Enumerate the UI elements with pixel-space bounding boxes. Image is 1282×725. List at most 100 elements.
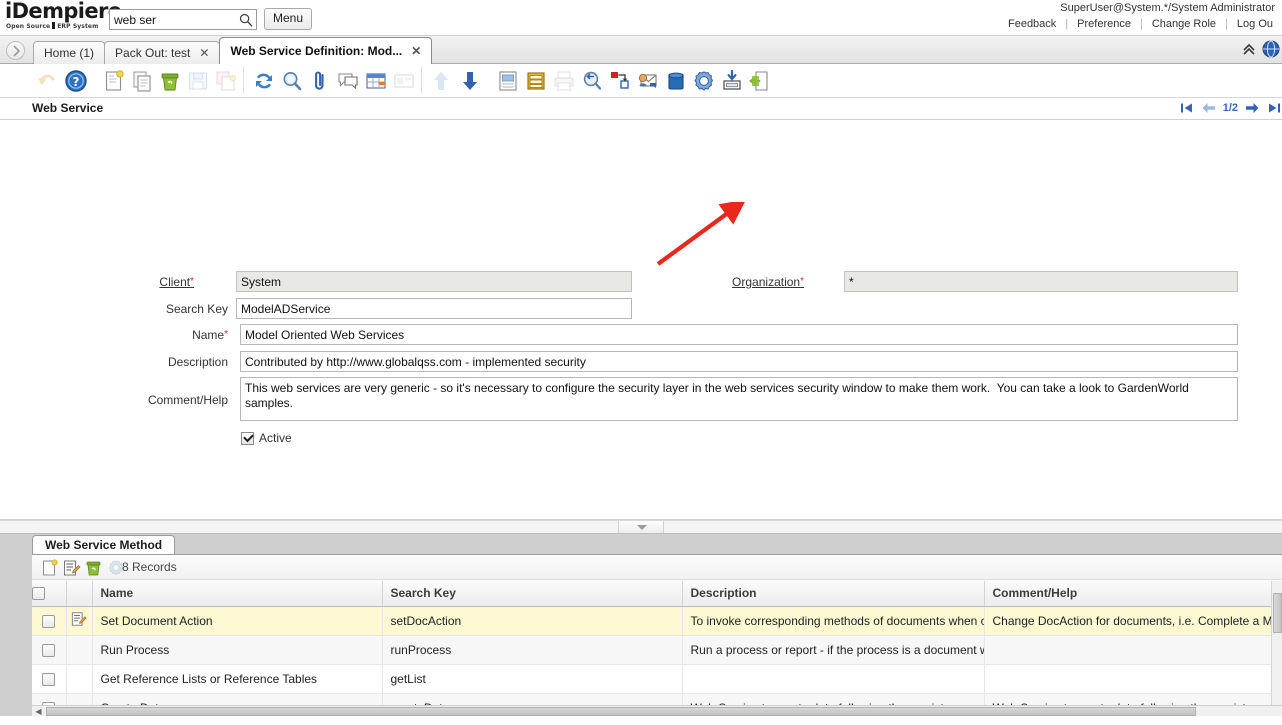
- scroll-left-arrow[interactable]: ◀: [33, 707, 44, 716]
- request-icon[interactable]: [635, 68, 661, 94]
- cell-description[interactable]: Run a process or report - if the process…: [682, 635, 984, 664]
- active-checkbox[interactable]: [241, 432, 254, 445]
- cell-comment-help[interactable]: [984, 664, 1282, 693]
- tab-home[interactable]: Home (1): [33, 41, 105, 64]
- row-select-cell[interactable]: [32, 664, 66, 693]
- tab-close-icon[interactable]: ✕: [411, 46, 421, 56]
- archive-icon[interactable]: [523, 68, 549, 94]
- logout-link[interactable]: Log Ou: [1228, 18, 1282, 30]
- grid-horizontal-scrollbar[interactable]: ◀: [32, 705, 1282, 716]
- row-edit-cell[interactable]: [66, 606, 92, 635]
- sidebar-expand-button[interactable]: [6, 41, 25, 60]
- detail-tab-web-service-method[interactable]: Web Service Method: [32, 535, 175, 554]
- grid-header-comment-help[interactable]: Comment/Help: [984, 581, 1282, 606]
- record-position-label: 1/2: [1223, 102, 1238, 114]
- change-role-link[interactable]: Change Role: [1143, 18, 1225, 30]
- field-input-client[interactable]: [236, 271, 632, 292]
- export-icon[interactable]: [719, 68, 745, 94]
- grid-header-description[interactable]: Description: [682, 581, 984, 606]
- global-search[interactable]: [109, 9, 257, 30]
- field-input-description[interactable]: [240, 351, 1238, 372]
- field-label-organization[interactable]: Organization*: [690, 272, 804, 292]
- row-checkbox[interactable]: [42, 673, 55, 686]
- parent-record-icon[interactable]: [428, 68, 454, 94]
- import-icon[interactable]: [747, 68, 773, 94]
- grid-vertical-scrollbar[interactable]: [1271, 581, 1282, 705]
- search-icon[interactable]: [239, 13, 253, 27]
- row-checkbox[interactable]: [42, 615, 55, 628]
- edit-row-icon[interactable]: [71, 611, 87, 627]
- splitter-collapse-button[interactable]: [618, 521, 664, 533]
- page-title: Web Service: [32, 101, 103, 115]
- field-label-client[interactable]: Client*: [110, 272, 194, 292]
- cell-search-key[interactable]: getList: [382, 664, 682, 693]
- panel-splitter[interactable]: [0, 520, 1282, 534]
- chat-icon[interactable]: [335, 68, 361, 94]
- tab-label: Web Service Definition: Mod...: [230, 44, 402, 58]
- process-icon[interactable]: [691, 68, 717, 94]
- feedback-link[interactable]: Feedback: [999, 18, 1065, 30]
- cell-description[interactable]: To invoke corresponding methods of docum…: [682, 606, 984, 635]
- cell-description[interactable]: [682, 664, 984, 693]
- undo-icon[interactable]: [34, 68, 60, 94]
- collapse-header-icon[interactable]: [1240, 40, 1258, 58]
- table-row[interactable]: Set Document Action setDocAction To invo…: [32, 606, 1282, 635]
- detail-record-icon[interactable]: [457, 68, 483, 94]
- new-record-icon[interactable]: [101, 68, 127, 94]
- row-checkbox[interactable]: [42, 644, 55, 657]
- attachment-icon[interactable]: [307, 68, 333, 94]
- grid-toggle-icon[interactable]: [363, 68, 389, 94]
- row-select-cell[interactable]: [32, 606, 66, 635]
- grid-table: Name Search Key Description Comment/Help: [32, 581, 1282, 716]
- table-row[interactable]: Run Process runProcess Run a process or …: [32, 635, 1282, 664]
- cell-name[interactable]: Run Process: [92, 635, 382, 664]
- grid-horizontal-scroll-thumb[interactable]: [46, 707, 1196, 716]
- cell-name[interactable]: Set Document Action: [92, 606, 382, 635]
- cell-comment-help[interactable]: Change DocAction for documents, i.e. Com…: [984, 606, 1282, 635]
- zoom-across-icon[interactable]: [579, 68, 605, 94]
- grid-header-search-key[interactable]: Search Key: [382, 581, 682, 606]
- preference-link[interactable]: Preference: [1068, 18, 1140, 30]
- grid-header-icon-col: [66, 581, 92, 606]
- field-active-checkbox-row: Active: [241, 431, 292, 445]
- grid-header-name[interactable]: Name: [92, 581, 382, 606]
- select-all-checkbox[interactable]: [32, 587, 45, 600]
- multi-grid-icon[interactable]: [391, 68, 417, 94]
- save-create-new-icon[interactable]: [213, 68, 239, 94]
- table-row[interactable]: Get Reference Lists or Reference Tables …: [32, 664, 1282, 693]
- delete-row-icon[interactable]: [85, 559, 103, 577]
- last-record-icon[interactable]: [1266, 100, 1282, 116]
- refresh-icon[interactable]: [251, 68, 277, 94]
- menu-button[interactable]: Menu: [264, 8, 312, 30]
- field-input-comment-help[interactable]: [240, 377, 1238, 421]
- save-icon[interactable]: [185, 68, 211, 94]
- find-icon[interactable]: [279, 68, 305, 94]
- first-record-icon[interactable]: [1179, 100, 1195, 116]
- edit-row-icon[interactable]: [63, 559, 81, 577]
- grid-vertical-scroll-thumb[interactable]: [1273, 593, 1282, 633]
- globe-icon[interactable]: [1262, 40, 1280, 58]
- cell-comment-help[interactable]: [984, 635, 1282, 664]
- field-input-search-key[interactable]: [236, 298, 632, 319]
- new-row-icon[interactable]: [41, 559, 59, 577]
- report-icon[interactable]: [495, 68, 521, 94]
- tab-web-service-definition[interactable]: Web Service Definition: Mod... ✕: [219, 37, 432, 64]
- cell-search-key[interactable]: runProcess: [382, 635, 682, 664]
- delete-record-icon[interactable]: [157, 68, 183, 94]
- field-input-name[interactable]: [240, 324, 1238, 345]
- active-workflow-icon[interactable]: [607, 68, 633, 94]
- field-input-organization[interactable]: [844, 271, 1238, 292]
- tab-close-icon[interactable]: ✕: [199, 48, 209, 58]
- next-record-icon[interactable]: [1244, 100, 1260, 116]
- copy-record-icon[interactable]: [129, 68, 155, 94]
- tab-label: Home (1): [44, 46, 94, 60]
- cell-search-key[interactable]: setDocAction: [382, 606, 682, 635]
- cell-name[interactable]: Get Reference Lists or Reference Tables: [92, 664, 382, 693]
- product-info-icon[interactable]: [663, 68, 689, 94]
- print-icon[interactable]: [551, 68, 577, 94]
- search-input[interactable]: [110, 10, 230, 29]
- previous-record-icon[interactable]: [1201, 100, 1217, 116]
- tab-pack-out[interactable]: Pack Out: test ✕: [104, 41, 220, 64]
- row-select-cell[interactable]: [32, 635, 66, 664]
- help-icon[interactable]: ?: [63, 68, 89, 94]
